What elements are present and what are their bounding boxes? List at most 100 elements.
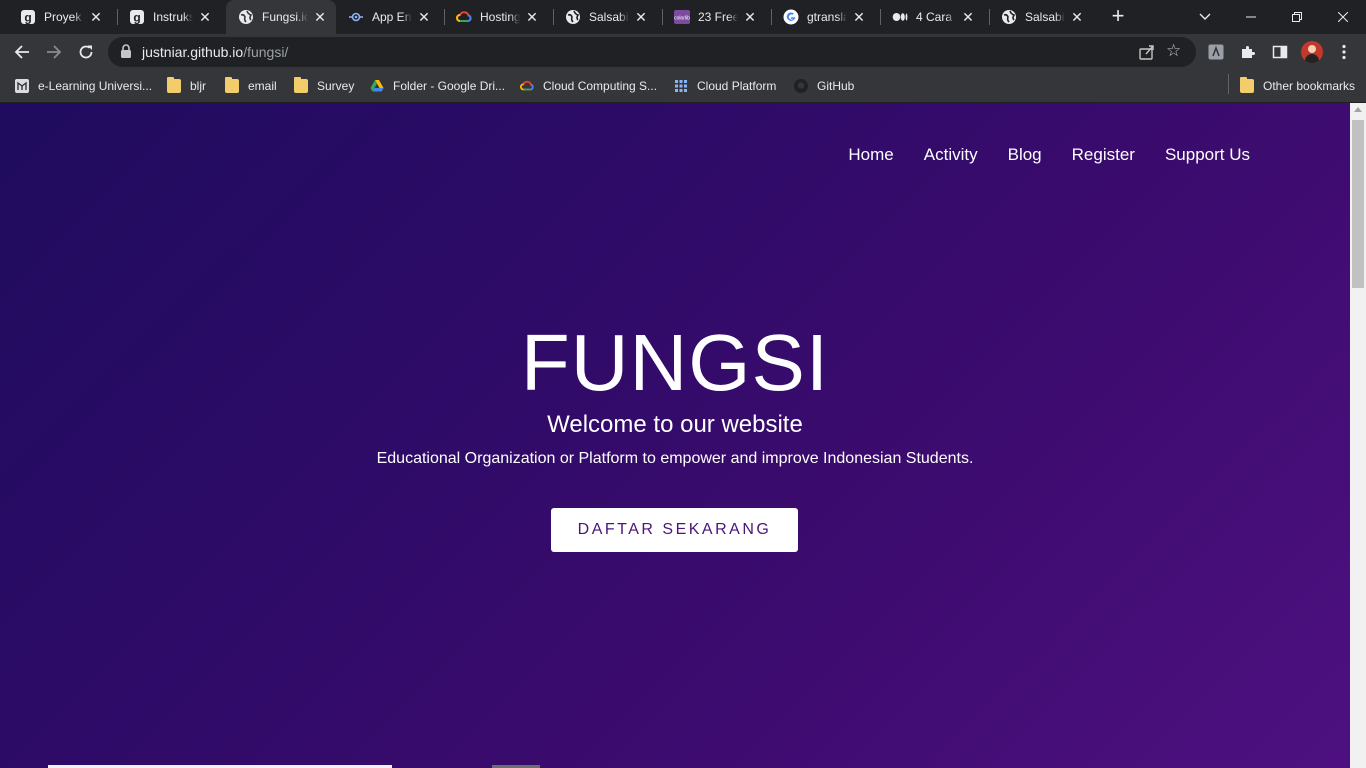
bookmark-label: Survey xyxy=(317,79,355,93)
page-scrollbar[interactable] xyxy=(1350,103,1366,768)
forward-button[interactable] xyxy=(40,38,68,66)
folder-icon xyxy=(167,77,181,93)
bookmark-label: Cloud Computing S... xyxy=(543,79,658,93)
folder-icon xyxy=(225,77,239,93)
close-icon[interactable]: ✕ xyxy=(633,9,649,25)
tab-search-button[interactable] xyxy=(1182,0,1228,34)
close-window-button[interactable] xyxy=(1320,0,1366,34)
reload-button[interactable] xyxy=(72,38,100,66)
arrow-right-icon xyxy=(47,45,62,59)
close-icon[interactable]: ✕ xyxy=(960,9,976,25)
close-icon[interactable]: ✕ xyxy=(88,9,104,25)
minimize-button[interactable] xyxy=(1228,0,1274,34)
bookmark-label: Folder - Google Dri... xyxy=(393,79,506,93)
tab-2[interactable]: g Instruksi ✕ xyxy=(117,0,221,34)
grid-icon xyxy=(675,80,687,92)
restore-button[interactable] xyxy=(1274,0,1320,34)
other-bookmarks[interactable]: Other bookmarks xyxy=(1240,76,1355,96)
close-icon[interactable]: ✕ xyxy=(1069,9,1085,25)
folder-icon xyxy=(1240,77,1254,93)
back-button[interactable] xyxy=(8,38,36,66)
bookmark-label: GitHub xyxy=(817,79,855,93)
extension-button[interactable] xyxy=(1202,38,1230,66)
globe-icon xyxy=(238,9,254,25)
close-icon[interactable]: ✕ xyxy=(312,9,328,25)
restore-icon xyxy=(1292,12,1302,22)
bookmark-star-icon[interactable]: ☆ xyxy=(1166,42,1184,60)
tab-6[interactable]: Salsabila ✕ xyxy=(553,0,657,34)
tab-title: Salsabila xyxy=(1025,10,1065,24)
bookmark-email[interactable]: email xyxy=(225,76,277,96)
bookmark-survey[interactable]: Survey xyxy=(294,76,354,96)
globe-icon xyxy=(1001,9,1017,25)
tab-7[interactable]: colorlib 23 Free ✕ xyxy=(662,0,766,34)
side-panel-button[interactable] xyxy=(1266,38,1294,66)
nav-activity[interactable]: Activity xyxy=(924,145,978,165)
google-icon xyxy=(783,9,799,25)
close-icon[interactable]: ✕ xyxy=(416,9,432,25)
svg-text:colorlib: colorlib xyxy=(674,16,690,22)
colorlib-icon: colorlib xyxy=(674,9,690,25)
bookmark-cloud-computing[interactable]: Cloud Computing S... xyxy=(520,76,657,96)
nav-blog[interactable]: Blog xyxy=(1008,145,1042,165)
scroll-thumb[interactable] xyxy=(1352,120,1364,288)
github-icon xyxy=(794,79,808,93)
tab-title: Hosting xyxy=(480,10,520,24)
other-bookmarks-label: Other bookmarks xyxy=(1263,79,1356,93)
tab-9[interactable]: 4 Cara P ✕ xyxy=(880,0,984,34)
profile-avatar[interactable] xyxy=(1301,41,1323,63)
nav-register[interactable]: Register xyxy=(1072,145,1135,165)
page-viewport: Home Activity Blog Register Support Us F… xyxy=(0,103,1350,768)
tab-1[interactable]: g Proyek D ✕ xyxy=(8,0,112,34)
bookmarks-divider xyxy=(1228,74,1229,94)
nav-home[interactable]: Home xyxy=(848,145,893,165)
chevron-down-icon xyxy=(1199,13,1211,20)
hero-subtitle: Welcome to our website xyxy=(547,411,803,438)
bookmark-label: bljr xyxy=(190,79,207,93)
tab-8[interactable]: gtransla ✕ xyxy=(771,0,875,34)
side-panel-icon xyxy=(1272,45,1288,59)
close-icon[interactable]: ✕ xyxy=(524,9,540,25)
close-icon[interactable]: ✕ xyxy=(197,9,213,25)
bookmark-github[interactable]: GitHub xyxy=(794,76,854,96)
reload-icon xyxy=(79,45,93,59)
address-bar[interactable]: justniar.github.io/fungsi/ ☆ xyxy=(108,37,1196,67)
menu-button[interactable] xyxy=(1330,38,1358,66)
register-now-button[interactable]: DAFTAR SEKARANG xyxy=(551,508,798,552)
tab-title: gtransla xyxy=(807,10,847,24)
tab-title: Instruksi xyxy=(153,10,193,24)
share-icon[interactable] xyxy=(1138,43,1156,61)
close-icon[interactable]: ✕ xyxy=(851,9,867,25)
nav-support-us[interactable]: Support Us xyxy=(1165,145,1250,165)
extensions-button[interactable] xyxy=(1234,38,1262,66)
bookmarks-bar: e-Learning Universi... bljr email Survey… xyxy=(0,70,1366,103)
bookmark-bljr[interactable]: bljr xyxy=(167,76,206,96)
minimize-icon xyxy=(1246,16,1256,18)
browser-toolbar: justniar.github.io/fungsi/ ☆ xyxy=(0,34,1366,70)
bookmark-elearning[interactable]: e-Learning Universi... xyxy=(15,76,152,96)
scroll-up-arrow-icon[interactable] xyxy=(1354,107,1362,112)
tab-title: Salsabila xyxy=(589,10,629,24)
new-tab-button[interactable]: + xyxy=(1108,5,1128,27)
url-host: justniar.github.io xyxy=(142,44,244,60)
bookmark-label: email xyxy=(248,79,277,93)
tab-3-active[interactable]: Fungsi.io ✕ xyxy=(226,0,336,34)
tab-4[interactable]: App Eng ✕ xyxy=(336,0,440,34)
g-icon: g xyxy=(129,9,145,25)
svg-text:g: g xyxy=(133,11,140,25)
tab-title: Fungsi.io xyxy=(262,10,308,24)
tab-10[interactable]: Salsabila ✕ xyxy=(989,0,1093,34)
bookmark-google-drive[interactable]: Folder - Google Dri... xyxy=(370,76,505,96)
bookmark-label: e-Learning Universi... xyxy=(38,79,153,93)
folder-icon xyxy=(294,77,308,93)
bookmark-cloud-platform[interactable]: Cloud Platform xyxy=(674,76,776,96)
tab-5[interactable]: Hosting ✕ xyxy=(444,0,548,34)
bookmark-label: Cloud Platform xyxy=(697,79,777,93)
more-vert-icon xyxy=(1342,44,1346,60)
url-path: /fungsi/ xyxy=(243,44,289,60)
close-icon[interactable]: ✕ xyxy=(742,9,758,25)
site-nav: Home Activity Blog Register Support Us xyxy=(848,145,1250,165)
gcloud-icon xyxy=(456,9,472,25)
globe-icon xyxy=(565,9,581,25)
app-engine-icon xyxy=(348,9,364,25)
